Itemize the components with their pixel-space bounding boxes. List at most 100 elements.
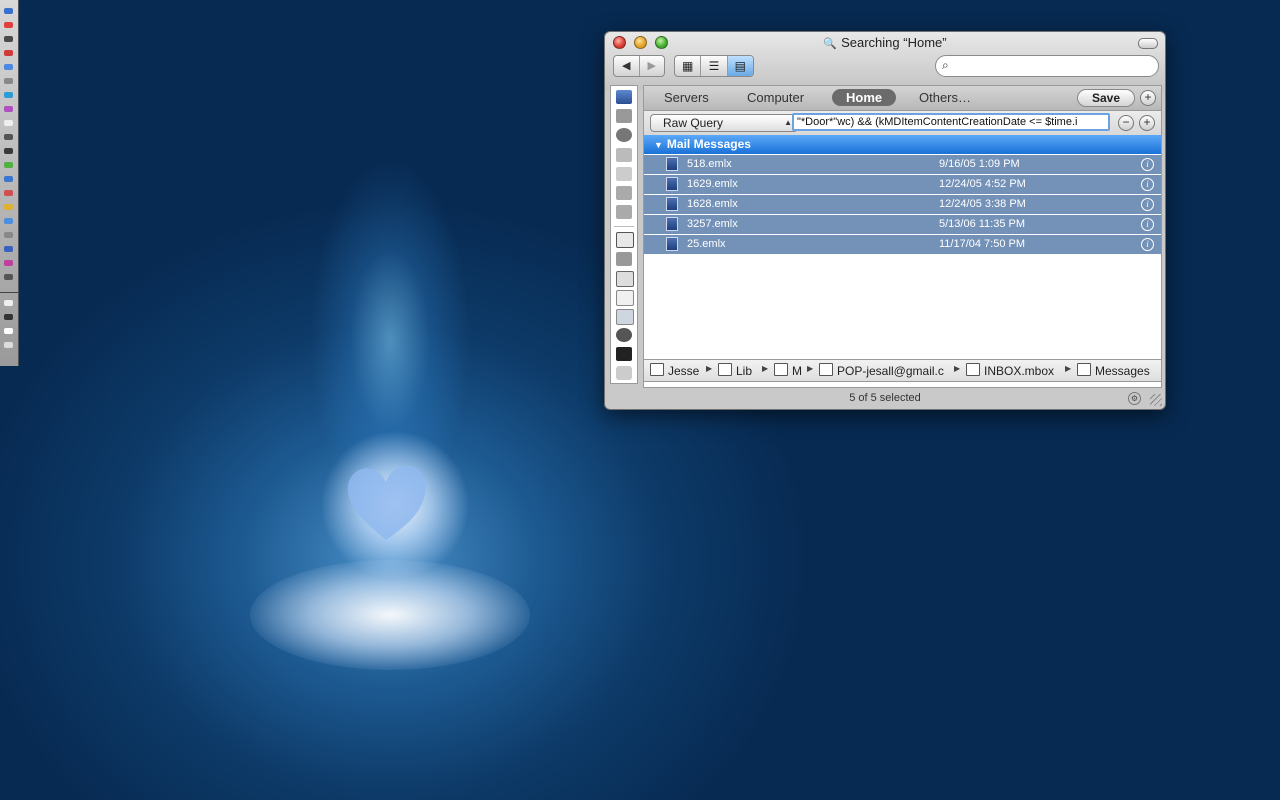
info-icon[interactable]: i — [1141, 178, 1154, 191]
sidebar-item-computer[interactable] — [616, 90, 632, 104]
dock-item[interactable] — [4, 36, 13, 42]
sidebar-item-home[interactable] — [616, 232, 634, 248]
sidebar-item-trash[interactable] — [616, 366, 632, 380]
folder-icon — [774, 363, 788, 376]
folder-icon — [1077, 363, 1091, 376]
action-gear-icon[interactable]: ⚙ — [1128, 392, 1141, 405]
dock-item[interactable] — [4, 176, 13, 182]
query-criteria-row: Raw Query ▲▼ "*Door*"wc) && (kMDItemCont… — [644, 111, 1161, 143]
remove-row-button[interactable]: − — [1118, 115, 1134, 131]
sidebar-item-documents[interactable] — [616, 290, 634, 306]
result-row[interactable]: 25.emlx 11/17/04 7:50 PM i — [644, 235, 1161, 255]
result-name: 3257.emlx — [687, 218, 738, 230]
result-row[interactable]: 3257.emlx 5/13/06 11:35 PM i — [644, 215, 1161, 235]
sidebar-item-applications[interactable] — [616, 271, 634, 287]
dock-item[interactable] — [4, 328, 13, 334]
toolbar-toggle-button[interactable] — [1138, 38, 1158, 49]
add-row-button[interactable]: + — [1139, 115, 1155, 131]
result-group-header[interactable]: ▼ Mail Messages — [644, 135, 1161, 154]
result-row[interactable]: 518.emlx 9/16/05 1:09 PM i — [644, 155, 1161, 175]
magnifier-icon: 🔍 — [823, 38, 838, 50]
sidebar-item-desktop[interactable] — [616, 252, 632, 266]
scope-servers[interactable]: Servers — [664, 90, 709, 105]
result-date: 9/16/05 1:09 PM — [939, 158, 1020, 170]
dock-item[interactable] — [4, 162, 13, 168]
finder-search-window: 🔍 Searching “Home” ◀ ▶ ▦ ☰ ▤ ⌕ Servers C… — [604, 31, 1166, 410]
dock-item[interactable] — [4, 120, 13, 126]
dock-item[interactable] — [4, 260, 13, 266]
spotlight-search-field[interactable]: ⌕ — [935, 55, 1159, 77]
path-crumb-library[interactable]: Lib — [718, 363, 752, 378]
dock-item[interactable] — [4, 78, 13, 84]
path-separator-icon: ▶ — [706, 364, 713, 373]
dock-item[interactable] — [4, 134, 13, 140]
icon-view-button[interactable]: ▦ — [675, 56, 700, 76]
scope-computer[interactable]: Computer — [747, 90, 804, 105]
info-icon[interactable]: i — [1141, 158, 1154, 171]
resize-handle[interactable] — [1150, 394, 1162, 406]
sidebar-item-disk[interactable] — [616, 109, 632, 123]
scope-others[interactable]: Others… — [919, 90, 971, 105]
dock-item[interactable] — [4, 218, 13, 224]
info-icon[interactable]: i — [1141, 218, 1154, 231]
mail-file-icon — [666, 217, 678, 231]
path-crumb-pop-account[interactable]: POP-jesall@gmail.c — [819, 363, 944, 378]
scope-home[interactable]: Home — [832, 89, 897, 106]
result-row[interactable]: 1628.emlx 12/24/05 3:38 PM i — [644, 195, 1161, 215]
save-search-button[interactable]: Save — [1077, 89, 1135, 107]
sidebar-divider — [614, 226, 634, 227]
raw-query-field[interactable]: "*Door*"wc) && (kMDItemContentCreationDa… — [792, 113, 1110, 131]
dock-item[interactable] — [4, 92, 13, 98]
dock-item[interactable] — [4, 106, 13, 112]
dock-item[interactable] — [4, 22, 13, 28]
sidebar-item-network[interactable] — [616, 128, 632, 142]
dock-item[interactable] — [4, 314, 13, 320]
sidebar-item-volume-2[interactable] — [616, 167, 632, 181]
info-icon[interactable]: i — [1141, 198, 1154, 211]
dock-item[interactable] — [4, 300, 13, 306]
info-icon[interactable]: i — [1141, 238, 1154, 251]
sidebar-item-downloads[interactable] — [616, 347, 632, 361]
sidebar-item-volume[interactable] — [616, 148, 632, 162]
sidebar-item-music[interactable] — [616, 328, 632, 342]
add-criteria-button[interactable]: + — [1140, 90, 1156, 106]
search-icon: ⌕ — [942, 58, 949, 72]
path-separator-icon: ▶ — [762, 364, 769, 373]
mail-file-icon — [666, 237, 678, 251]
path-crumb-messages[interactable]: Messages — [1077, 363, 1150, 378]
path-crumb-jesse[interactable]: Jesse — [650, 363, 699, 378]
result-date: 12/24/05 4:52 PM — [939, 178, 1026, 190]
dock-item[interactable] — [4, 148, 13, 154]
disclosure-triangle-icon[interactable]: ▼ — [654, 140, 663, 150]
dock-item[interactable] — [4, 342, 13, 348]
dock-item[interactable] — [4, 274, 13, 280]
sidebar-item-pictures[interactable] — [616, 309, 634, 325]
mail-file-icon — [666, 177, 678, 191]
forward-button[interactable]: ▶ — [638, 56, 665, 76]
path-crumb-inbox[interactable]: INBOX.mbox — [966, 363, 1054, 378]
result-name: 518.emlx — [687, 158, 732, 170]
result-row[interactable]: 1629.emlx 12/24/05 4:52 PM i — [644, 175, 1161, 195]
search-scope-bar: Servers Computer Home Others… Save + — [644, 86, 1161, 111]
sidebar-item-volume-4[interactable] — [616, 205, 632, 219]
back-forward-buttons: ◀ ▶ — [613, 55, 665, 77]
dock-item[interactable] — [4, 50, 13, 56]
search-input[interactable] — [958, 58, 1152, 76]
back-button[interactable]: ◀ — [614, 56, 639, 76]
column-view-button[interactable]: ▤ — [726, 56, 753, 76]
window-titlebar[interactable]: 🔍 Searching “Home” ◀ ▶ ▦ ☰ ▤ ⌕ — [605, 32, 1165, 90]
dock-item[interactable] — [4, 8, 13, 14]
dock-item[interactable] — [4, 204, 13, 210]
sidebar-item-volume-3[interactable] — [616, 186, 632, 200]
list-view-button[interactable]: ☰ — [700, 56, 726, 76]
path-crumb-mail[interactable]: M — [774, 363, 802, 378]
dock-item[interactable] — [4, 246, 13, 252]
home-icon — [650, 363, 664, 376]
criteria-popup[interactable]: Raw Query ▲▼ — [650, 114, 798, 143]
dock-item[interactable] — [4, 232, 13, 238]
mail-file-icon — [666, 197, 678, 211]
wallpaper-heart-icon — [347, 465, 426, 540]
dock-item[interactable] — [4, 190, 13, 196]
result-name: 1628.emlx — [687, 198, 738, 210]
dock-item[interactable] — [4, 64, 13, 70]
